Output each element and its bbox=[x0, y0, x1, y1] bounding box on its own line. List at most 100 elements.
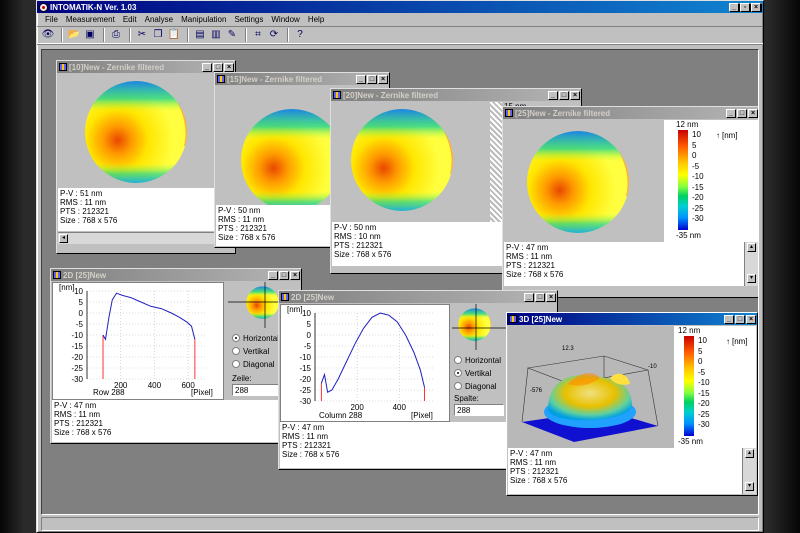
maximize-button[interactable]: □ bbox=[367, 74, 377, 84]
legend-tick-label: 0 bbox=[692, 151, 697, 160]
minimize-button[interactable]: _ bbox=[268, 270, 278, 280]
maximize-button[interactable]: □ bbox=[735, 314, 745, 324]
scroll-up-button[interactable]: ▴ bbox=[745, 449, 754, 458]
close-button[interactable]: × bbox=[378, 74, 388, 84]
maximize-button[interactable]: □ bbox=[559, 90, 569, 100]
surface-3d-window[interactable]: 3D [25]New _ □ × 12.3 -576 -10 12 nm [nm… bbox=[506, 312, 758, 496]
window-titlebar[interactable]: [25]New - Zernike filtered _ □ × bbox=[503, 107, 758, 119]
minimize-button[interactable]: _ bbox=[726, 108, 736, 118]
maximize-button[interactable]: □ bbox=[535, 292, 545, 302]
maximize-button[interactable]: □ bbox=[213, 62, 223, 72]
rms-value: RMS : 11 nm bbox=[506, 252, 553, 261]
close-button[interactable]: × bbox=[546, 292, 556, 302]
edit-icon[interactable]: ✎ bbox=[225, 28, 239, 42]
radio-horizontal[interactable]: Horizontal bbox=[454, 356, 501, 365]
window-titlebar[interactable]: 3D [25]New _ □ × bbox=[507, 313, 757, 325]
crop-icon[interactable]: ⌗ bbox=[251, 28, 265, 42]
minimize-button[interactable]: _ bbox=[356, 74, 366, 84]
minimize-button[interactable]: _ bbox=[524, 292, 534, 302]
radio-diagonal[interactable]: Diagonal bbox=[232, 360, 275, 369]
window-titlebar[interactable]: [10]New - Zernike filtered _ □ × bbox=[57, 61, 235, 73]
legend-arrow-icon: ↑ bbox=[716, 131, 720, 140]
menu-analyse[interactable]: Analyse bbox=[141, 13, 177, 26]
y-tick-label: 5 bbox=[79, 298, 84, 307]
paste-icon[interactable]: 📋 bbox=[167, 28, 181, 42]
close-button[interactable]: × bbox=[224, 62, 234, 72]
document-icon bbox=[281, 293, 289, 301]
window-titlebar[interactable]: 2D [25]New _ □ × bbox=[279, 291, 557, 303]
legend-tick-label: -5 bbox=[692, 161, 700, 171]
open-folder-icon[interactable]: 📂 bbox=[67, 28, 81, 42]
menu-file[interactable]: File bbox=[41, 13, 62, 26]
eye-icon[interactable]: 👁 bbox=[41, 28, 55, 42]
vertical-scrollbar[interactable]: ▴ ▾ bbox=[742, 448, 756, 494]
menu-measurement[interactable]: Measurement bbox=[62, 13, 119, 26]
radio-vertikal[interactable]: Vertikal bbox=[454, 369, 491, 378]
maximize-button[interactable]: □ bbox=[737, 108, 747, 118]
mdi-minimize-button[interactable]: _ bbox=[729, 3, 739, 12]
radio-vertikal[interactable]: Vertikal bbox=[232, 347, 269, 356]
radio-horizontal[interactable]: Horizontal bbox=[232, 334, 279, 343]
mdi-close-button[interactable]: × bbox=[751, 3, 761, 12]
close-button[interactable]: × bbox=[746, 314, 756, 324]
radio-button[interactable] bbox=[454, 369, 462, 377]
menu-edit[interactable]: Edit bbox=[119, 13, 141, 26]
close-button[interactable]: × bbox=[748, 108, 758, 118]
chart-icon[interactable]: ▥ bbox=[209, 28, 223, 42]
pv-value: P-V : 47 nm bbox=[510, 449, 553, 458]
toolbar-separator bbox=[103, 28, 105, 42]
save-icon[interactable]: ▣ bbox=[83, 28, 97, 42]
menu-window[interactable]: Window bbox=[267, 13, 303, 26]
menu-manipulation[interactable]: Manipulation bbox=[177, 13, 230, 26]
radio-button[interactable] bbox=[454, 356, 462, 364]
profile-graph: 10 5 0 -5 -10 -15 -20 -25 -30 200 400 Column 288 [… bbox=[280, 304, 450, 422]
spalte-input[interactable]: 288 bbox=[454, 404, 504, 416]
document-icon bbox=[59, 63, 67, 71]
surface-window-25[interactable]: [25]New - Zernike filtered _ □ × 12 nm [nm… bbox=[502, 106, 758, 298]
minimize-button[interactable]: _ bbox=[548, 90, 558, 100]
surface-map bbox=[332, 102, 490, 222]
scroll-left-button[interactable]: ◂ bbox=[59, 234, 68, 243]
maximize-button[interactable]: □ bbox=[279, 270, 289, 280]
radio-button[interactable] bbox=[232, 347, 240, 355]
legend-tick-label: 10 bbox=[692, 130, 701, 139]
rotate-icon[interactable]: ⟳ bbox=[267, 28, 281, 42]
print-icon[interactable]: ⎙ bbox=[109, 28, 123, 42]
pv-value: P-V : 47 nm bbox=[54, 401, 97, 410]
horizontal-scrollbar[interactable]: ◂ bbox=[58, 232, 234, 244]
menu-help[interactable]: Help bbox=[304, 13, 328, 26]
profile-graph: 10 5 0 -5 -10 -15 -20 -25 -30 200 400 600 Row 288 [… bbox=[52, 282, 224, 400]
help-icon[interactable]: ? bbox=[293, 28, 307, 42]
window-titlebar[interactable]: 2D [25]New _ □ × bbox=[51, 269, 301, 281]
close-button[interactable]: × bbox=[290, 270, 300, 280]
window-titlebar[interactable]: [20]New - Zernike filtered _ □ × bbox=[331, 89, 581, 101]
stats-panel: P-V : 47 nm RMS : 11 nm PTS : 212321 Siz… bbox=[52, 400, 300, 442]
surface-3d-image bbox=[521, 355, 659, 442]
radio-button[interactable] bbox=[232, 360, 240, 368]
scroll-down-button[interactable]: ▾ bbox=[747, 274, 756, 283]
close-button[interactable]: × bbox=[570, 90, 580, 100]
legend-tick-label: 5 bbox=[698, 346, 703, 356]
scroll-up-button[interactable]: ▴ bbox=[747, 243, 756, 252]
menu-settings[interactable]: Settings bbox=[230, 13, 267, 26]
app-icon[interactable] bbox=[39, 2, 48, 12]
window-titlebar[interactable]: [15]New - Zernike filtered _ □ × bbox=[215, 73, 389, 85]
size-value: Size : 768 x 576 bbox=[60, 216, 118, 225]
copy-icon[interactable]: ❐ bbox=[151, 28, 165, 42]
legend-max-label: 12 nm bbox=[678, 326, 701, 335]
scroll-down-button[interactable]: ▾ bbox=[745, 482, 754, 491]
surface-window-10[interactable]: [10]New - Zernike filtered _ □ × P-V : 51 … bbox=[56, 60, 236, 254]
profile-row-window[interactable]: 2D [25]New _ □ × 10 5 0 -5 -10 -15 -20 -25 -30 200 4… bbox=[50, 268, 302, 444]
main-titlebar[interactable]: INTOMATIK-N Ver. 1.03 _ □ × bbox=[37, 1, 763, 13]
analyse-icon[interactable]: ▤ bbox=[193, 28, 207, 42]
vertical-scrollbar[interactable]: ▴ ▾ bbox=[744, 242, 758, 286]
radio-button[interactable] bbox=[232, 334, 240, 342]
radio-diagonal[interactable]: Diagonal bbox=[454, 382, 497, 391]
x-axis-label: Row 288 bbox=[93, 388, 125, 397]
cut-icon[interactable]: ✂ bbox=[135, 28, 149, 42]
minimize-button[interactable]: _ bbox=[202, 62, 212, 72]
main-window: INTOMATIK-N Ver. 1.03 _ □ × File Measure… bbox=[36, 0, 764, 533]
radio-button[interactable] bbox=[454, 382, 462, 390]
mdi-restore-button[interactable]: ▫ bbox=[740, 3, 750, 12]
minimize-button[interactable]: _ bbox=[724, 314, 734, 324]
